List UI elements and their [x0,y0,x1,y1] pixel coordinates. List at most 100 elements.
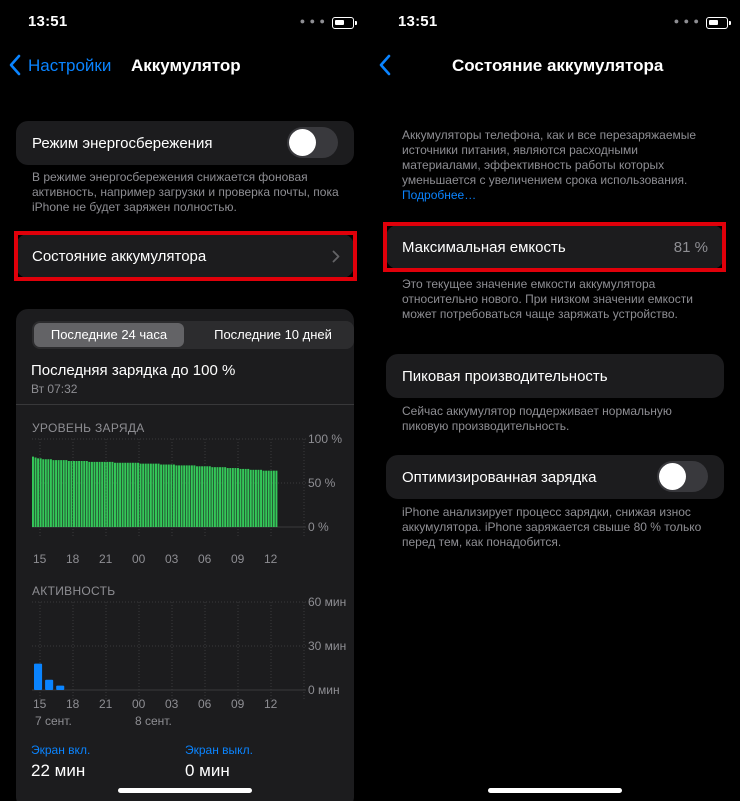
battery-level-bar [244,468,247,527]
battery-level-bar [226,468,229,527]
battery-level-bar [103,461,106,527]
battery-health-screen: 13:51 ● ● ● Состояние аккумулятора Аккум… [370,0,740,801]
battery-level-bar [149,463,152,527]
x-tick-label: 18 [66,552,80,566]
battery-level-bar [260,469,263,527]
battery-level-bar [152,463,155,527]
battery-level-bar [239,468,242,527]
battery-level-bar [139,463,142,527]
battery-level-bar [201,466,204,527]
back-chevron-icon[interactable] [8,54,22,76]
x-tick-label: 09 [231,552,245,566]
x-tick-label: 21 [99,552,113,566]
battery-level-bar [62,460,65,527]
battery-level-bar [114,462,116,527]
battery-level-bar [188,465,191,527]
battery-level-bar [42,459,45,527]
date-label-sep-7: 7 сент. [35,714,72,728]
learn-more-link[interactable]: Подробнее… [402,188,476,202]
battery-level-bar [219,467,222,527]
battery-level-bar [157,463,160,527]
battery-level-bar [257,469,260,527]
toggle-knob [289,129,316,156]
x-tick-label: 21 [99,697,113,711]
x-tick-label: 03 [165,697,179,711]
optimized-charging-row: Оптимизированная зарядка [386,455,724,499]
battery-level-bar [124,462,127,527]
battery-level-bar [80,461,83,527]
battery-level-bar [147,463,150,527]
x-tick-label: 09 [231,697,245,711]
battery-level-bar [131,462,134,527]
battery-level-chart [32,438,306,537]
battery-level-bar [108,461,111,527]
battery-level-bar [98,461,101,527]
battery-level-bar [183,465,186,527]
battery-level-bar [193,465,196,527]
activity-tick-0: 0 мин [308,683,340,697]
battery-level-bar [165,464,168,527]
battery-level-bar [216,467,219,527]
max-capacity-footnote: Это текущее значение емкости аккумулятор… [402,277,693,321]
activity-bar [45,679,54,690]
battery-level-bar [34,457,37,527]
battery-level-bar [32,456,34,527]
battery-level-bar [93,461,96,527]
low-power-mode-toggle[interactable] [287,127,338,158]
battery-level-bar [262,470,265,527]
battery-level-bar [172,464,175,527]
battery-level-bar [160,464,163,527]
date-label-sep-8: 8 сент. [135,714,172,728]
battery-level-bar [142,463,145,527]
peak-performance-row: Пиковая производительность [386,354,724,398]
toggle-knob [659,463,686,490]
battery-level-bar [83,461,86,527]
battery-level-bar [155,463,157,527]
battery-level-bar [247,468,250,527]
battery-level-bar [162,464,165,527]
battery-level-bar [37,458,40,527]
battery-level-bar [75,461,78,527]
battery-level-bar [249,469,252,527]
battery-level-bar [116,462,119,527]
back-chevron-icon[interactable] [378,54,392,76]
screen-on-value: 22 мин [31,761,86,780]
back-button[interactable]: Настройки [28,56,111,76]
battery-level-bar [39,458,42,527]
battery-level-bar [178,465,181,527]
divider [16,404,354,405]
nav-bar: Состояние аккумулятора [370,50,740,80]
battery-level-bar [137,462,140,527]
x-tick-label: 03 [165,552,179,566]
battery-level-bar [254,469,257,527]
x-tick-label: 15 [33,697,47,711]
battery-icon [706,17,731,29]
battery-level-bar [185,465,188,527]
battery-level-bar [190,465,193,527]
status-time: 13:51 [28,13,68,30]
tab-last-10-days[interactable]: Последние 10 дней [196,323,350,347]
tab-last-24-hours[interactable]: Последние 24 часа [34,323,184,347]
activity-chart [32,601,306,700]
low-power-mode-label: Режим энергосбережения [32,135,213,152]
battery-level-bar [67,461,70,527]
home-indicator[interactable] [488,788,622,793]
home-indicator[interactable] [118,788,252,793]
x-tick-label: 18 [66,697,80,711]
activity-tick-60: 60 мин [308,595,347,609]
battery-level-bar [170,464,173,527]
battery-level-bar [73,461,75,527]
battery-intro-text: Аккумуляторы телефона, как и все перезар… [402,128,712,203]
battery-level-bar [211,467,214,527]
activity-bar [56,685,65,690]
optimized-charging-toggle[interactable] [657,461,708,492]
last-charge-time: Вт 07:32 [31,382,78,396]
battery-level-bar [270,470,273,527]
battery-level-bar [234,468,237,527]
page-title: Аккумулятор [131,56,241,75]
battery-level-bar [60,460,63,527]
battery-level-bar [213,467,216,527]
battery-level-bar [85,461,88,527]
x-tick-label: 15 [33,552,47,566]
battery-level-bar [52,460,55,527]
